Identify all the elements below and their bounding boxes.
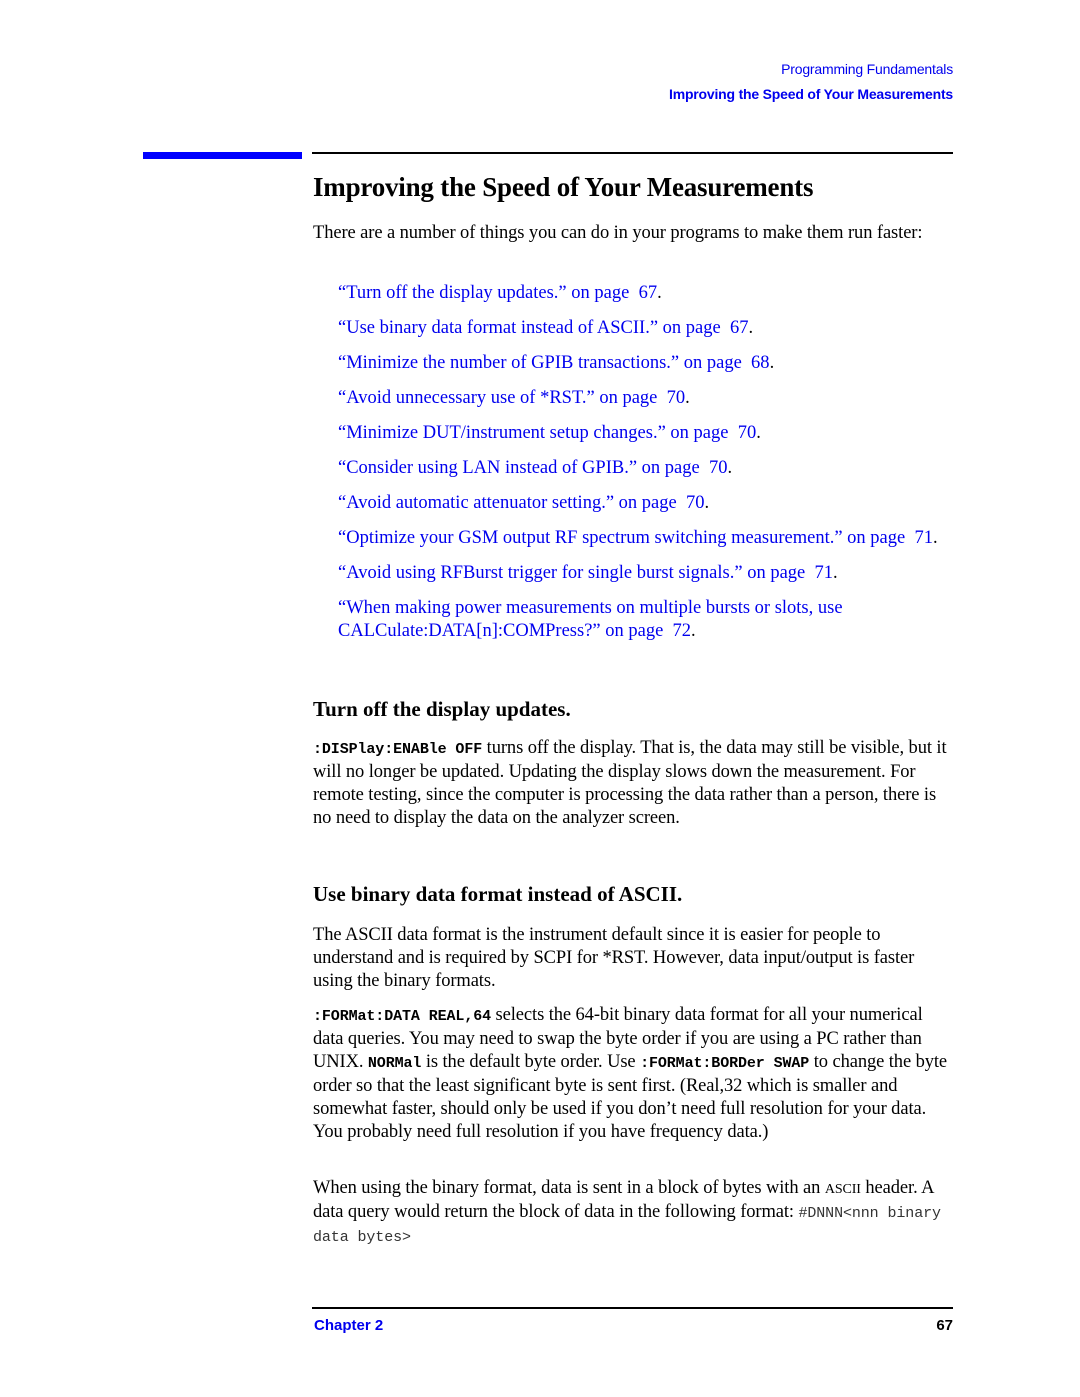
toc-link[interactable]: “Minimize the number of GPIB transaction… <box>338 353 770 373</box>
list-item: “Avoid unnecessary use of *RST.” on page… <box>338 388 690 408</box>
list-item: “Turn off the display updates.” on page … <box>338 283 662 303</box>
list-item: “Consider using LAN instead of GPIB.” on… <box>338 458 733 478</box>
toc-link[interactable]: “When making power measurements on multi… <box>338 598 843 641</box>
toc-link[interactable]: “Optimize your GSM output RF spectrum sw… <box>338 528 933 548</box>
scpi-command: :DISPlay:ENABle OFF <box>313 741 483 758</box>
page-number: 67 <box>936 1317 953 1334</box>
section-heading-display-updates: Turn off the display updates. <box>313 697 571 721</box>
binary-block-paragraph: When using the binary format, data is se… <box>313 1178 941 1246</box>
running-head-chapter: Programming Fundamentals <box>781 61 953 77</box>
top-divider <box>312 152 953 154</box>
toc-link[interactable]: “Avoid using RFBurst trigger for single … <box>338 563 833 583</box>
display-updates-paragraph: :DISPlay:ENABle OFF turns off the displa… <box>313 738 947 828</box>
scpi-command: :FORMat:BORDer SWAP <box>640 1055 810 1072</box>
list-item: “When making power measurements on multi… <box>338 598 843 641</box>
intro-paragraph: There are a number of things you can do … <box>313 223 923 243</box>
toc-link[interactable]: “Minimize DUT/instrument setup changes.”… <box>338 423 756 443</box>
toc-link[interactable]: “Avoid unnecessary use of *RST.” on page… <box>338 388 685 408</box>
section-heading-binary-format: Use binary data format instead of ASCII. <box>313 882 683 906</box>
bottom-divider <box>312 1307 953 1309</box>
ascii-paragraph: The ASCII data format is the instrument … <box>313 925 915 991</box>
toc-link[interactable]: “Use binary data format instead of ASCII… <box>338 318 748 338</box>
speed-tips-list: “Turn off the display updates.” on page … <box>338 282 953 655</box>
scpi-keyword: NORMal <box>367 1055 422 1072</box>
list-item: “Minimize the number of GPIB transaction… <box>338 353 775 373</box>
running-head-section: Improving the Speed of Your Measurements <box>669 86 953 102</box>
list-item: “Avoid using RFBurst trigger for single … <box>338 563 838 583</box>
section-marker-bar <box>143 152 302 159</box>
scpi-command: :FORMat:DATA REAL,64 <box>313 1008 492 1025</box>
list-item: “Use binary data format instead of ASCII… <box>338 318 754 338</box>
toc-link[interactable]: “Avoid automatic attenuator setting.” on… <box>338 493 704 513</box>
list-item: “Optimize your GSM output RF spectrum sw… <box>338 528 938 548</box>
toc-link[interactable]: “Turn off the display updates.” on page … <box>338 283 657 303</box>
footer-chapter: Chapter 2 <box>314 1317 384 1334</box>
format-paragraph: :FORMat:DATA REAL,64 selects the 64-bit … <box>313 1005 948 1142</box>
toc-link[interactable]: “Consider using LAN instead of GPIB.” on… <box>338 458 727 478</box>
list-item: “Avoid automatic attenuator setting.” on… <box>338 493 710 513</box>
list-item: “Minimize DUT/instrument setup changes.”… <box>338 423 761 443</box>
page-title: Improving the Speed of Your Measurements <box>313 172 814 202</box>
